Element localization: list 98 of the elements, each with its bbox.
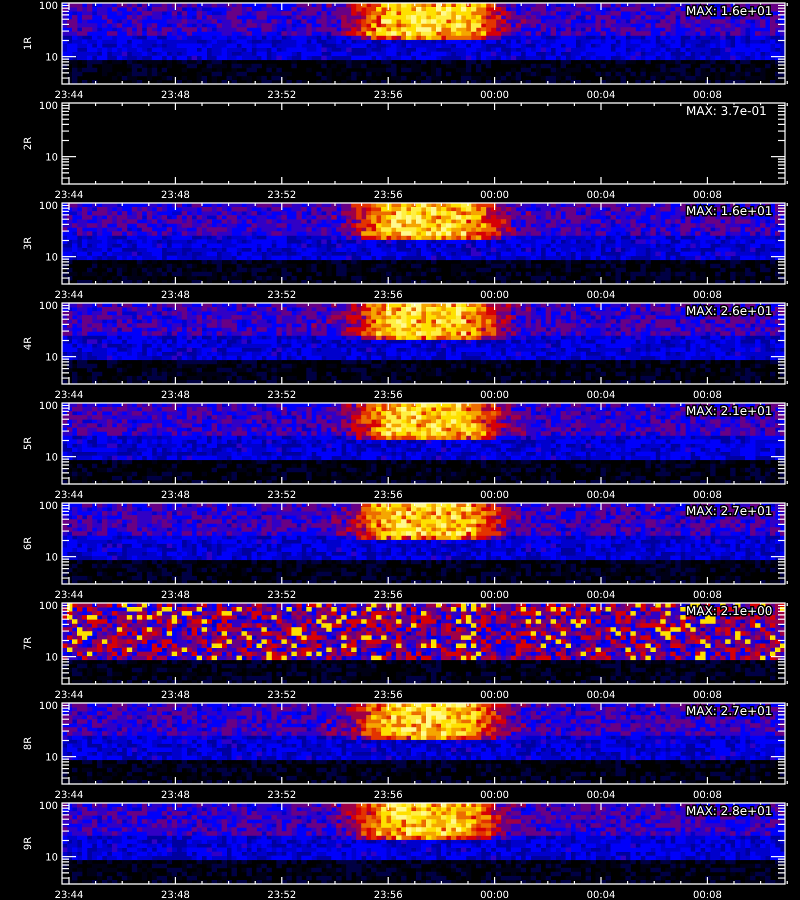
y-tick-label: 100	[38, 701, 58, 712]
channel-label: 6R	[23, 536, 34, 550]
channel-label: 9R	[23, 836, 34, 850]
x-tick-label: 23:56	[374, 690, 403, 700]
x-tick-label: 00:00	[480, 390, 510, 400]
x-tick-label: 00:08	[692, 890, 722, 900]
channel-label: 8R	[23, 736, 34, 750]
max-label: MAX: 3.7e-01	[686, 104, 767, 118]
x-tick-label: 23:56	[374, 90, 403, 100]
channel-label: 3R	[23, 236, 34, 250]
x-tick-label: 23:56	[374, 490, 403, 500]
x-tick-label: 00:00	[480, 690, 510, 700]
x-tick-label: 23:52	[267, 790, 296, 800]
x-tick-label: 23:48	[160, 790, 190, 800]
x-tick-label: 23:44	[54, 890, 84, 900]
x-tick-label: 00:00	[480, 490, 510, 500]
x-tick-label: 00:04	[586, 590, 616, 600]
x-tick-label: 23:52	[267, 390, 296, 400]
x-tick-label: 00:08	[692, 290, 722, 300]
x-tick-label: 23:48	[160, 190, 190, 200]
x-tick-label: 23:56	[374, 890, 403, 900]
x-tick-label: 23:52	[267, 890, 296, 900]
y-tick-label: 10	[45, 452, 58, 464]
x-tick-label: 00:08	[692, 490, 722, 500]
y-tick-label: 100	[38, 401, 58, 412]
y-tick-label: 10	[45, 52, 58, 64]
x-tick-label: 00:00	[480, 90, 510, 100]
x-tick-label: 00:08	[692, 390, 722, 400]
x-tick-label: 23:44	[54, 90, 84, 100]
x-tick-label: 23:56	[374, 790, 403, 800]
y-tick-label: 10	[45, 552, 58, 564]
x-tick-label: 00:08	[692, 190, 722, 200]
y-tick-label: 100	[38, 201, 58, 212]
x-tick-label: 23:44	[54, 190, 84, 200]
x-tick-label: 00:04	[586, 490, 616, 500]
x-tick-label: 23:48	[160, 890, 190, 900]
x-tick-label: 23:56	[374, 390, 403, 400]
max-label: MAX: 1.6e+01	[686, 204, 772, 218]
x-tick-label: 00:08	[692, 590, 722, 600]
x-tick-label: 00:08	[692, 790, 722, 800]
y-tick-label: 100	[38, 1, 58, 12]
x-tick-label: 23:48	[160, 590, 190, 600]
max-label: MAX: 2.7e+01	[686, 504, 772, 518]
x-tick-label: 23:48	[160, 690, 190, 700]
x-tick-label: 00:00	[480, 790, 510, 800]
x-tick-label: 00:00	[480, 190, 510, 200]
x-tick-label: 23:44	[54, 690, 84, 700]
x-tick-label: 23:44	[54, 290, 84, 300]
x-tick-label: 23:48	[160, 290, 190, 300]
max-label: MAX: 2.8e+01	[686, 804, 772, 818]
x-tick-label: 23:52	[267, 490, 296, 500]
x-tick-label: 00:04	[586, 290, 616, 300]
channel-label: 1R	[23, 36, 34, 50]
x-tick-label: 00:04	[586, 90, 616, 100]
x-tick-label: 23:48	[160, 490, 190, 500]
x-tick-label: 00:04	[586, 790, 616, 800]
x-tick-label: 23:44	[54, 790, 84, 800]
x-tick-label: 00:04	[586, 390, 616, 400]
x-tick-label: 00:04	[586, 890, 616, 900]
x-tick-label: 23:52	[267, 590, 296, 600]
x-tick-label: 23:52	[267, 690, 296, 700]
channel-label: 4R	[23, 336, 34, 350]
x-tick-label: 23:48	[160, 90, 190, 100]
x-tick-label: 23:56	[374, 590, 403, 600]
y-tick-label: 100	[38, 501, 58, 512]
max-label: MAX: 2.7e+01	[686, 704, 772, 718]
max-label: MAX: 1.6e+01	[686, 4, 772, 18]
max-label: MAX: 2.1e+01	[686, 404, 772, 418]
x-tick-label: 23:44	[54, 590, 84, 600]
y-tick-label: 10	[45, 852, 58, 864]
x-tick-label: 23:44	[54, 490, 84, 500]
y-tick-label: 10	[45, 352, 58, 364]
channel-label: 5R	[23, 436, 34, 450]
y-tick-label: 100	[38, 801, 58, 812]
y-tick-label: 100	[38, 601, 58, 612]
y-tick-label: 10	[45, 152, 58, 164]
x-tick-label: 00:00	[480, 290, 510, 300]
x-tick-label: 00:00	[480, 590, 510, 600]
y-tick-label: 10	[45, 752, 58, 764]
x-tick-label: 23:52	[267, 290, 296, 300]
x-tick-label: 23:52	[267, 190, 296, 200]
y-tick-label: 100	[38, 301, 58, 312]
x-tick-label: 23:52	[267, 90, 296, 100]
y-tick-label: 100	[38, 101, 58, 112]
x-tick-label: 23:48	[160, 390, 190, 400]
max-label: MAX: 2.6e+01	[686, 304, 772, 318]
x-tick-label: 23:56	[374, 290, 403, 300]
x-tick-label: 23:56	[374, 190, 403, 200]
x-tick-label: 00:00	[480, 890, 510, 900]
channel-label: 7R	[23, 636, 34, 650]
x-tick-label: 00:08	[692, 690, 722, 700]
y-tick-label: 10	[45, 652, 58, 664]
x-tick-label: 00:04	[586, 690, 616, 700]
y-tick-label: 10	[45, 252, 58, 264]
x-tick-label: 00:04	[586, 190, 616, 200]
x-tick-label: 23:44	[54, 390, 84, 400]
channel-label: 2R	[23, 136, 34, 150]
x-tick-label: 00:08	[692, 90, 722, 100]
